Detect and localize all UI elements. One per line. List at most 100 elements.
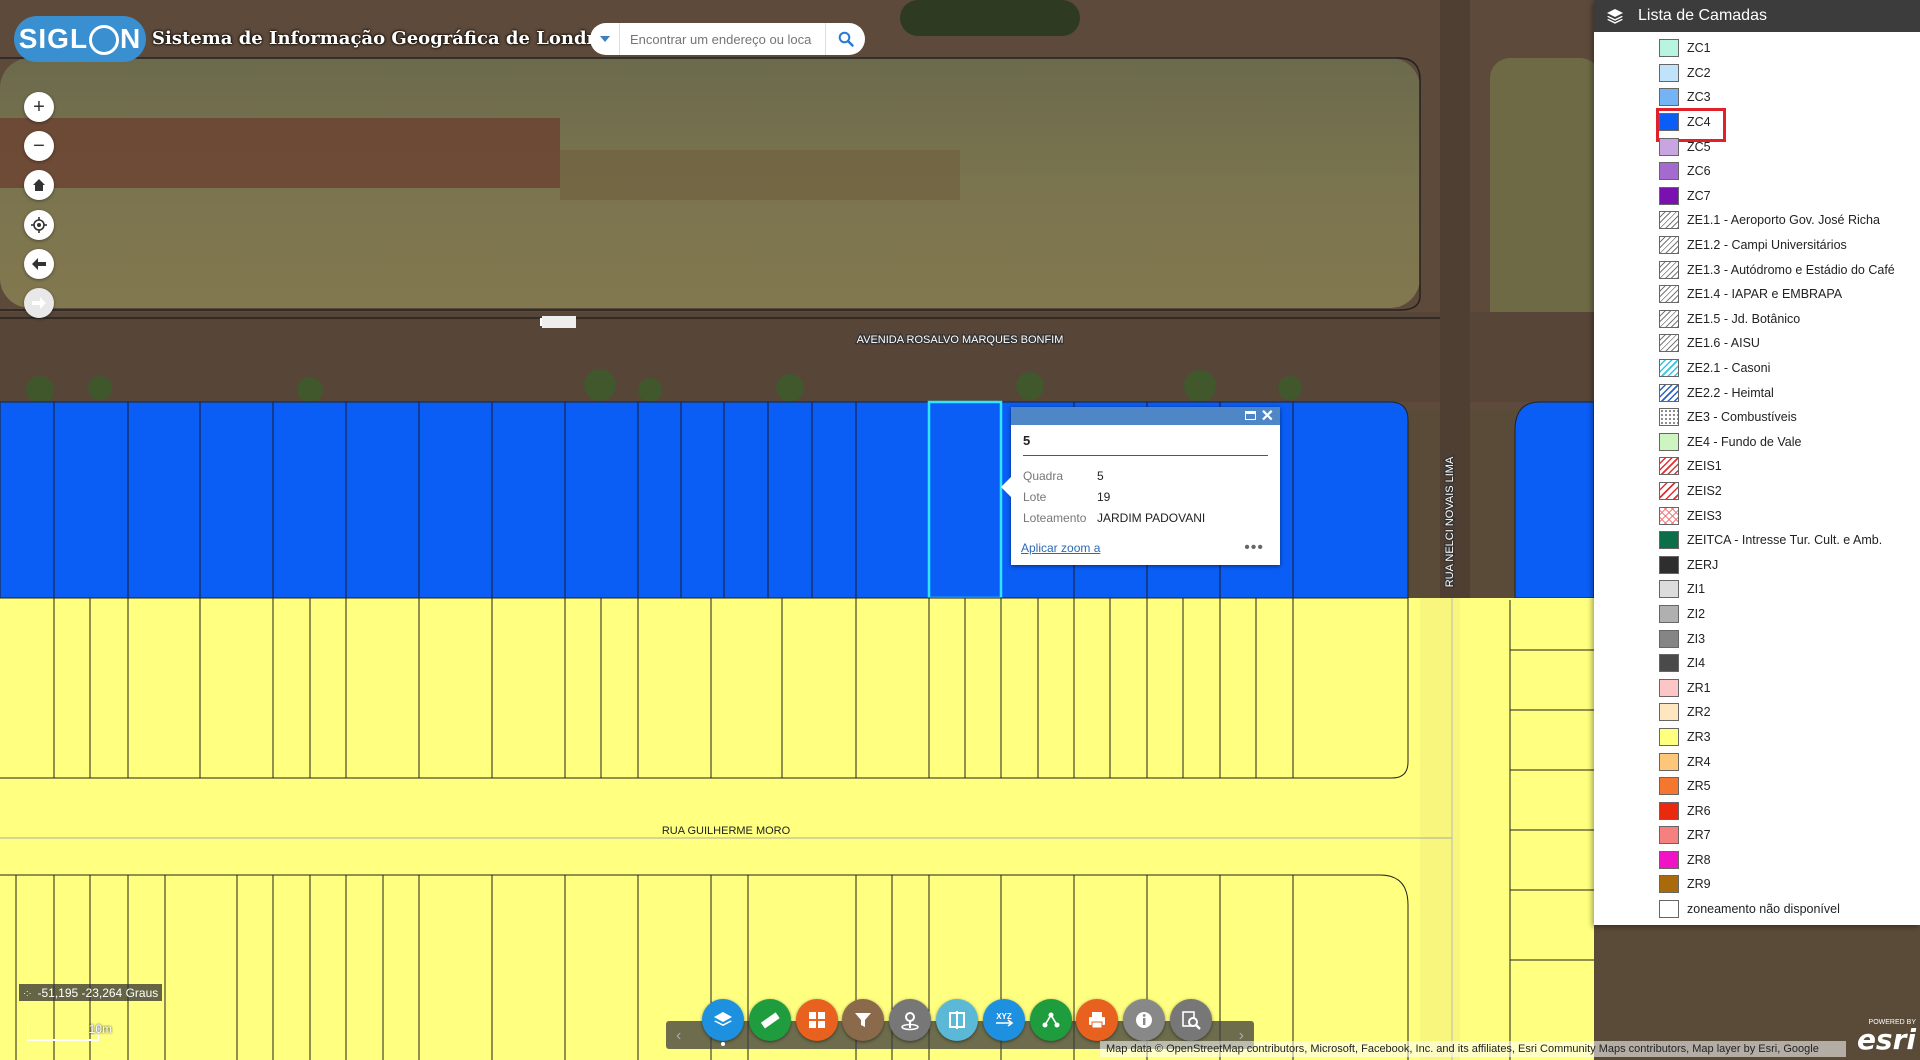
- locate-button[interactable]: [24, 210, 54, 240]
- tool-share-button[interactable]: [1029, 999, 1072, 1041]
- home-button[interactable]: [24, 170, 54, 200]
- map-attribution: Map data © OpenStreetMap contributors, M…: [1100, 1041, 1846, 1057]
- layer-label: ZE1.4 - IAPAR e EMBRAPA: [1687, 287, 1843, 302]
- layer-item[interactable]: ZE1.4 - IAPAR e EMBRAPA: [1594, 282, 1920, 307]
- layer-item[interactable]: ZR4: [1594, 749, 1920, 774]
- layer-item[interactable]: ZI2: [1594, 602, 1920, 627]
- print-icon: [1089, 1012, 1106, 1029]
- tool-query-button[interactable]: [1170, 999, 1212, 1041]
- layer-swatch: [1659, 654, 1679, 673]
- layer-label: ZEIS3: [1687, 508, 1722, 523]
- layer-item[interactable]: ZR5: [1594, 774, 1920, 799]
- tool-geolocate-button[interactable]: [889, 999, 932, 1041]
- layer-item[interactable]: ZC3: [1594, 85, 1920, 110]
- previous-extent-button[interactable]: [24, 249, 54, 279]
- coordinate-readout[interactable]: ·:· -51,195 -23,264 Graus: [19, 984, 163, 1001]
- layer-swatch: [1659, 629, 1679, 648]
- layer-swatch: [1659, 260, 1679, 279]
- layer-swatch: [1659, 359, 1679, 378]
- layer-item[interactable]: ZE1.5 - Jd. Botânico: [1594, 307, 1920, 332]
- zoom-in-button[interactable]: +: [24, 92, 54, 122]
- search-input[interactable]: [620, 24, 825, 54]
- scale-label: 10m: [88, 1022, 112, 1036]
- layer-item[interactable]: zoneamento não disponível: [1594, 897, 1920, 922]
- layer-label: ZE1.2 - Campi Universitários: [1687, 238, 1847, 253]
- layer-label: ZC4: [1687, 115, 1711, 130]
- layer-item[interactable]: ZE1.6 - AISU: [1594, 331, 1920, 356]
- layers-icon: [1607, 9, 1623, 24]
- layer-item[interactable]: ZR7: [1594, 823, 1920, 848]
- layer-swatch: [1659, 555, 1679, 574]
- search-source-dropdown[interactable]: [590, 23, 620, 55]
- layer-item[interactable]: ZC1: [1594, 36, 1920, 61]
- layer-item[interactable]: ZEIS1: [1594, 454, 1920, 479]
- layer-item[interactable]: ZC6: [1594, 159, 1920, 184]
- tool-info-button[interactable]: [1123, 999, 1166, 1041]
- basemap-icon: [808, 1012, 825, 1028]
- arrow-right-icon: [32, 297, 46, 309]
- layer-label: ZC5: [1687, 139, 1711, 154]
- layer-item[interactable]: ZR3: [1594, 725, 1920, 750]
- layer-swatch: [1659, 137, 1679, 156]
- layer-swatch: [1659, 850, 1679, 869]
- layer-item[interactable]: ZR1: [1594, 675, 1920, 700]
- layer-item[interactable]: ZI3: [1594, 626, 1920, 651]
- layer-label: ZR9: [1687, 877, 1711, 892]
- layer-item[interactable]: ZE4 - Fundo de Vale: [1594, 430, 1920, 455]
- layer-swatch: [1659, 727, 1679, 746]
- popup-titlebar: ✕: [1011, 407, 1280, 425]
- zoom-to-link[interactable]: Aplicar zoom a: [1021, 541, 1100, 555]
- layer-item[interactable]: ZC2: [1594, 61, 1920, 86]
- more-options-icon[interactable]: •••: [1244, 539, 1264, 557]
- layer-item[interactable]: ZC5: [1594, 134, 1920, 159]
- layer-swatch: [1659, 186, 1679, 205]
- layer-swatch: [1659, 39, 1679, 58]
- tool-swipe-button[interactable]: [936, 999, 978, 1041]
- layer-swatch: [1659, 801, 1679, 820]
- close-icon[interactable]: ✕: [1261, 406, 1274, 426]
- next-extent-button[interactable]: [24, 288, 54, 318]
- layer-item[interactable]: ZR8: [1594, 848, 1920, 873]
- layer-item[interactable]: ZI1: [1594, 577, 1920, 602]
- layer-item[interactable]: ZE2.2 - Heimtal: [1594, 380, 1920, 405]
- layer-item[interactable]: ZE1.3 - Autódromo e Estádio do Café: [1594, 257, 1920, 282]
- layer-item[interactable]: ZEITCA - Intresse Tur. Cult. e Amb.: [1594, 528, 1920, 553]
- layer-item[interactable]: ZE2.1 - Casoni: [1594, 356, 1920, 381]
- layer-item[interactable]: ZR9: [1594, 872, 1920, 897]
- layer-item[interactable]: ZEIS2: [1594, 479, 1920, 504]
- tool-basemap-button[interactable]: [795, 999, 838, 1041]
- zoom-out-button[interactable]: −: [24, 131, 54, 161]
- street-label-avenida: AVENIDA ROSALVO MARQUES BONFIM: [857, 334, 1064, 346]
- layer-item[interactable]: ZC7: [1594, 184, 1920, 209]
- search-box[interactable]: [590, 23, 865, 55]
- layer-item[interactable]: ZERJ: [1594, 552, 1920, 577]
- layer-label: ZE1.1 - Aeroporto Gov. José Richa: [1687, 213, 1880, 228]
- layer-label: zoneamento não disponível: [1687, 902, 1840, 917]
- layer-item[interactable]: ZE1.2 - Campi Universitários: [1594, 233, 1920, 258]
- layer-item[interactable]: ZE3 - Combustíveis: [1594, 405, 1920, 430]
- minus-icon: −: [33, 134, 45, 157]
- search-button[interactable]: [825, 23, 865, 55]
- layer-item[interactable]: ZR2: [1594, 700, 1920, 725]
- tool-layers-button[interactable]: [702, 999, 744, 1041]
- layer-item[interactable]: ZI4: [1594, 651, 1920, 676]
- chevron-left-icon[interactable]: ‹: [676, 1027, 681, 1045]
- layer-item[interactable]: ZE1.1 - Aeroporto Gov. José Richa: [1594, 208, 1920, 233]
- layer-swatch: [1659, 113, 1679, 132]
- layer-label: ZI3: [1687, 631, 1706, 646]
- layer-label: ZC6: [1687, 164, 1711, 179]
- maximize-icon[interactable]: [1245, 411, 1256, 420]
- layer-swatch: [1659, 408, 1679, 427]
- layers-icon: [714, 1012, 732, 1026]
- layer-swatch: [1659, 875, 1679, 894]
- layer-swatch: [1659, 162, 1679, 181]
- layer-item[interactable]: ZEIS3: [1594, 503, 1920, 528]
- popup-attributes: Quadra 5 Lote 19 Loteamento JARDIM PADOV…: [1023, 465, 1205, 528]
- tool-measure-button[interactable]: [748, 999, 791, 1041]
- tool-xyz-coordinates-button[interactable]: XYZ: [982, 999, 1025, 1041]
- layer-item[interactable]: ZC4: [1594, 107, 1920, 142]
- layer-label: ZR1: [1687, 680, 1711, 695]
- layer-swatch: [1659, 604, 1679, 623]
- search-icon: [838, 31, 854, 47]
- layer-item[interactable]: ZR6: [1594, 798, 1920, 823]
